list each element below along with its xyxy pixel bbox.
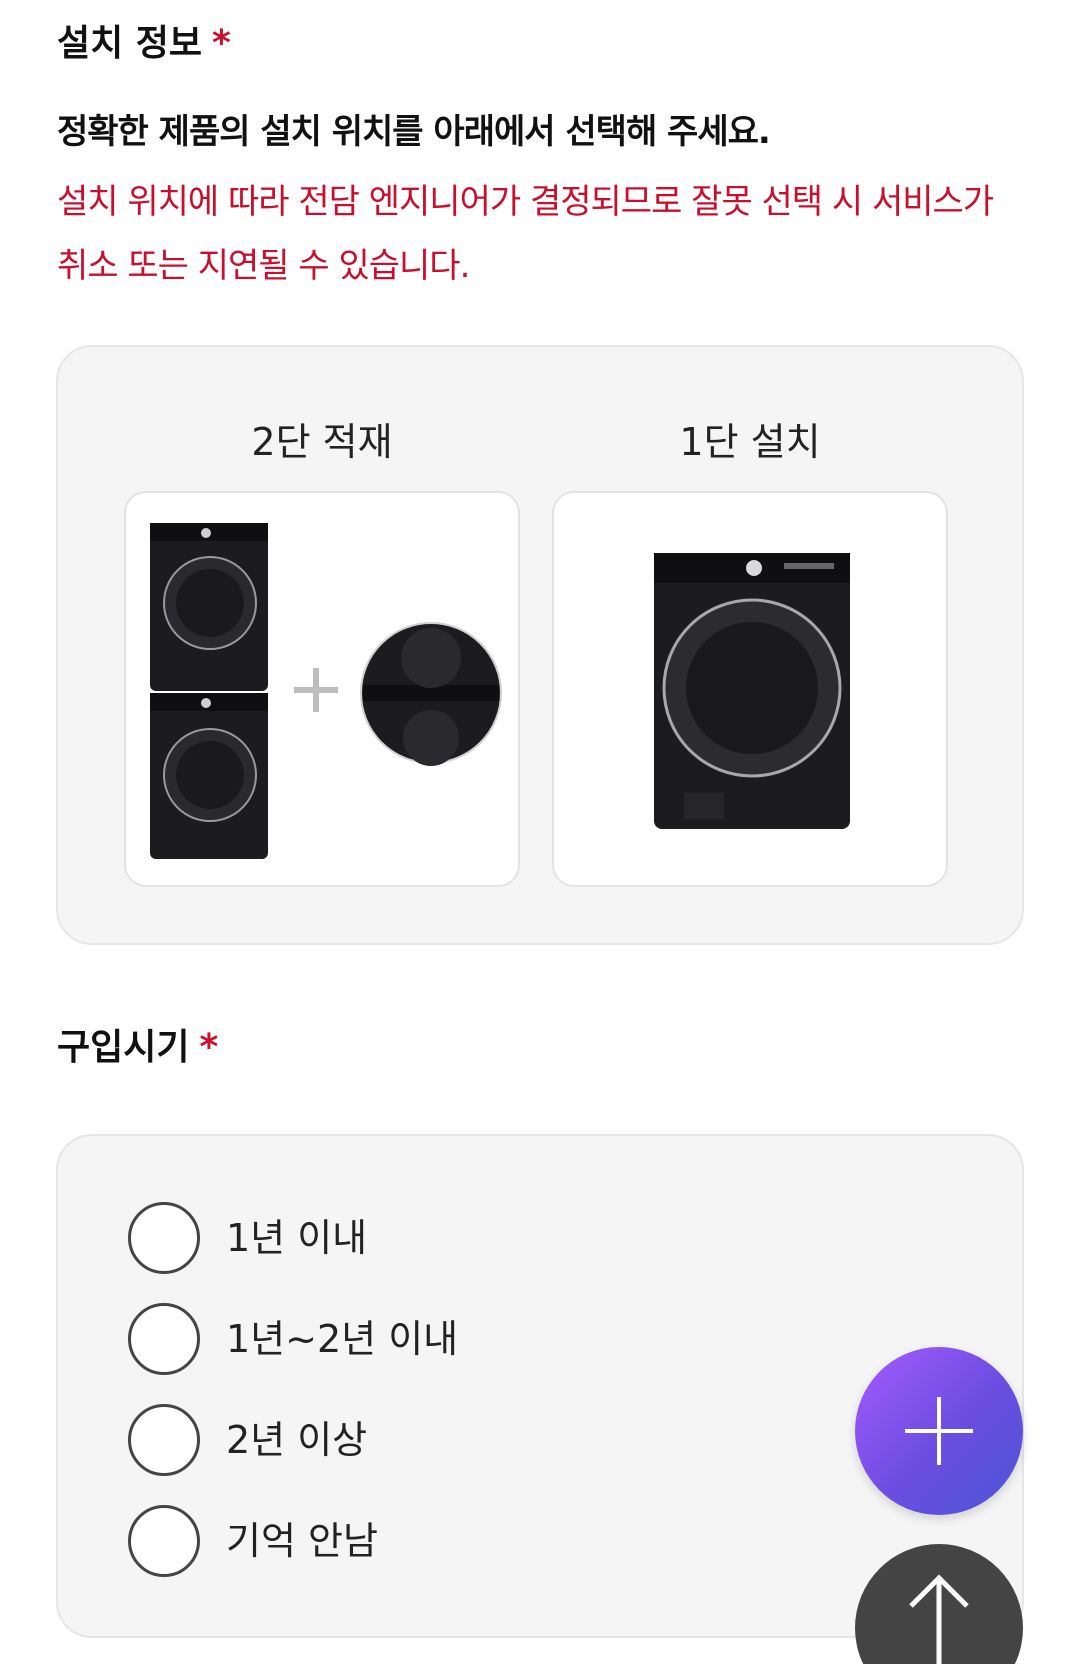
radio-button[interactable] <box>128 1202 200 1274</box>
radio-option-over-2-years[interactable]: 2년 이상 <box>128 1404 367 1476</box>
install-location-panel: 2단 적재 1단 설치 <box>56 345 1024 945</box>
radio-button[interactable] <box>128 1505 200 1577</box>
radio-option-within-1-year[interactable]: 1년 이내 <box>128 1202 367 1274</box>
stacked-washer-dryer-image <box>150 523 502 859</box>
install-info-title: 설치 정보 * <box>57 22 231 66</box>
plus-icon <box>905 1397 973 1465</box>
option-label-single: 1단 설치 <box>679 420 821 464</box>
radio-label: 1년 이내 <box>226 1216 368 1260</box>
install-instruction: 정확한 제품의 설치 위치를 아래에서 선택해 주세요. <box>57 112 771 152</box>
radio-label: 기억 안남 <box>226 1519 378 1563</box>
option-card-single[interactable] <box>552 491 948 887</box>
purchase-period-title: 구입시기 * <box>57 1026 218 1070</box>
install-warning: 설치 위치에 따라 전담 엔지니어가 결정되므로 잘못 선택 시 서비스가 취소… <box>57 182 994 286</box>
required-mark: * <box>212 23 231 64</box>
radio-option-dont-remember[interactable]: 기억 안남 <box>128 1505 378 1577</box>
required-mark: * <box>199 1027 219 1068</box>
radio-button[interactable] <box>128 1303 200 1375</box>
arrow-up-icon <box>909 1574 969 1664</box>
radio-button[interactable] <box>128 1404 200 1476</box>
single-washer-image <box>654 553 850 829</box>
radio-label: 1년~2년 이내 <box>226 1317 459 1361</box>
radio-option-1-to-2-years[interactable]: 1년~2년 이내 <box>128 1303 458 1375</box>
radio-label: 2년 이상 <box>226 1418 368 1462</box>
purchase-period-title-text: 구입시기 <box>57 1027 190 1068</box>
option-card-stacked[interactable] <box>124 491 520 887</box>
install-info-title-text: 설치 정보 <box>57 23 203 64</box>
option-label-stacked: 2단 적재 <box>251 420 393 464</box>
floating-add-button[interactable] <box>855 1347 1023 1515</box>
